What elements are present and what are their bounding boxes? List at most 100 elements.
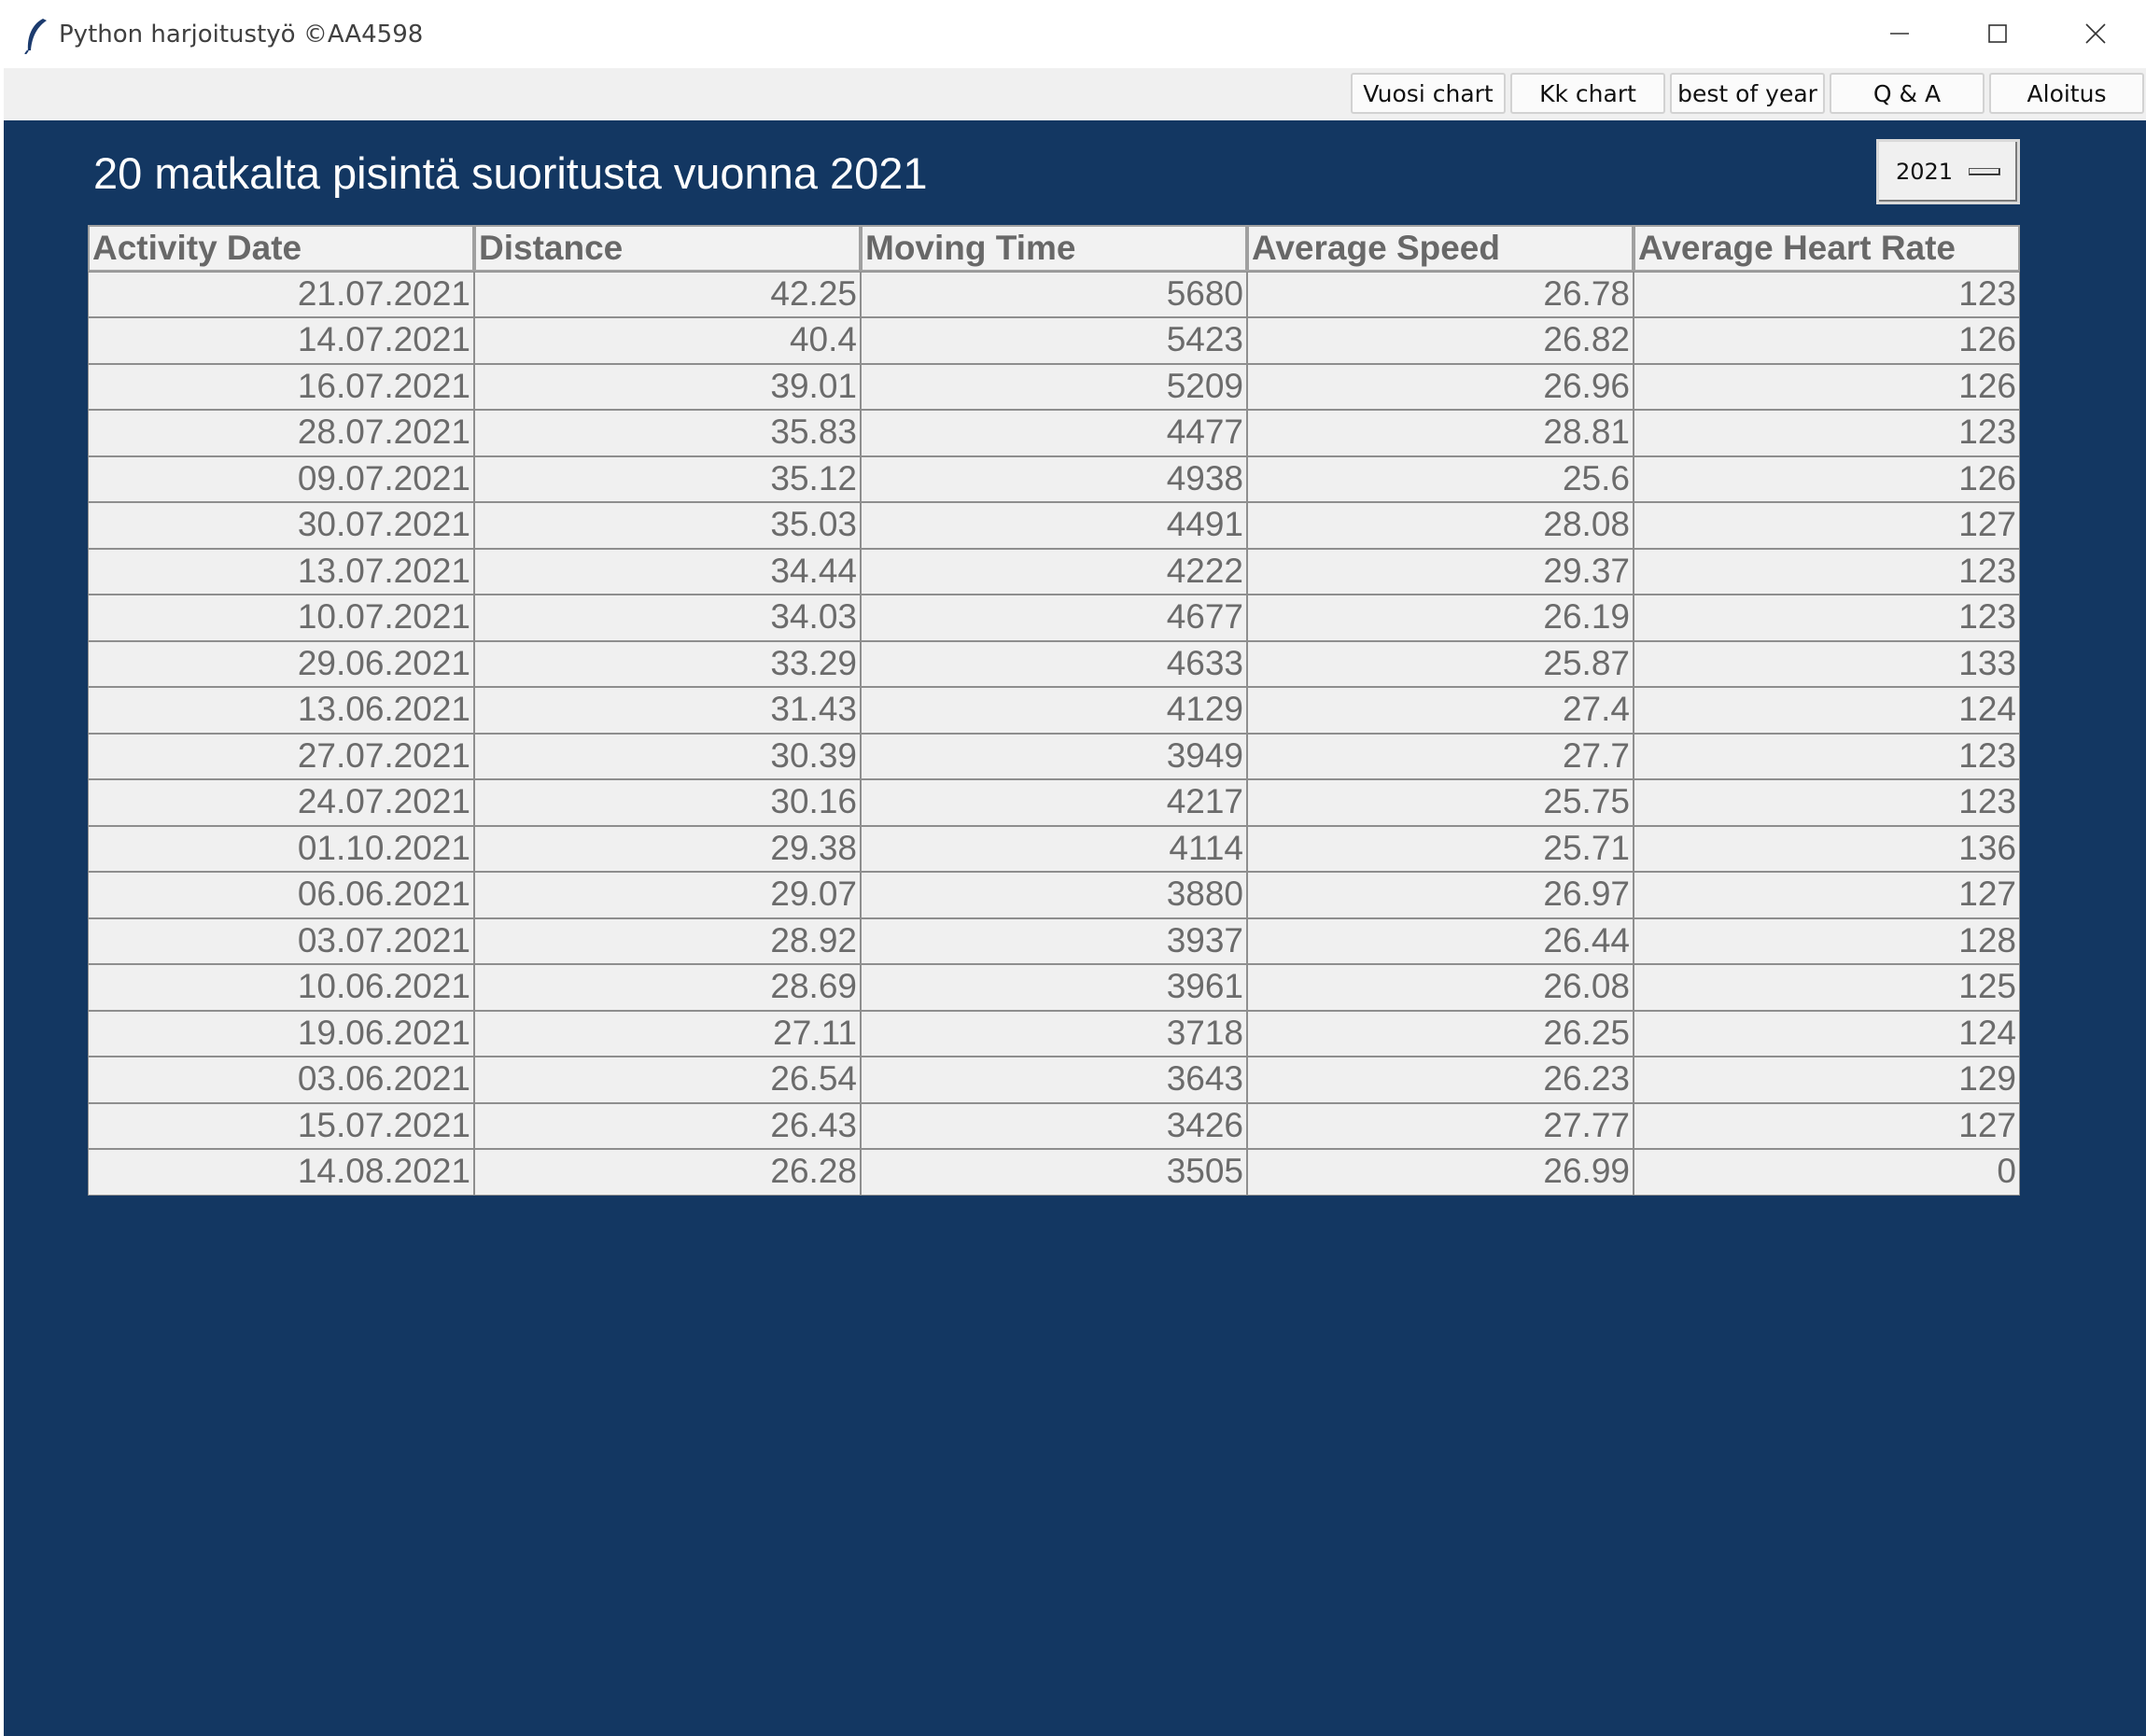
table-cell-distance: 39.01 bbox=[474, 363, 861, 410]
table-cell-average-speed: 27.4 bbox=[1247, 687, 1634, 734]
toolbar: Vuosi chart Kk chart best of year Q & A … bbox=[4, 68, 2146, 120]
table-cell-distance: 26.43 bbox=[474, 1102, 861, 1149]
qa-button[interactable]: Q & A bbox=[1830, 73, 1985, 114]
table-cell-distance: 26.54 bbox=[474, 1057, 861, 1103]
table-cell-distance: 42.25 bbox=[474, 271, 861, 317]
column-header-average-heart-rate: Average Heart Rate bbox=[1634, 225, 2020, 272]
table-cell-activity-date: 10.07.2021 bbox=[88, 595, 474, 641]
table-cell-activity-date: 30.07.2021 bbox=[88, 502, 474, 549]
table-cell-average-speed: 28.08 bbox=[1247, 502, 1634, 549]
table-cell-average-heart-rate: 129 bbox=[1634, 1057, 2020, 1103]
table-cell-moving-time: 3426 bbox=[861, 1102, 1247, 1149]
table-cell-average-heart-rate: 123 bbox=[1634, 410, 2020, 456]
table-cell-distance: 35.03 bbox=[474, 502, 861, 549]
table-cell-average-heart-rate: 128 bbox=[1634, 917, 2020, 964]
column-header-distance: Distance bbox=[474, 225, 861, 272]
feather-icon bbox=[24, 19, 47, 54]
table-cell-average-heart-rate: 123 bbox=[1634, 271, 2020, 317]
table-cell-average-heart-rate: 0 bbox=[1634, 1149, 2020, 1196]
table-cell-moving-time: 4222 bbox=[861, 548, 1247, 595]
best-of-year-button[interactable]: best of year bbox=[1670, 73, 1825, 114]
table-cell-average-speed: 26.25 bbox=[1247, 1010, 1634, 1057]
table-cell-average-heart-rate: 124 bbox=[1634, 1010, 2020, 1057]
table-cell-distance: 34.03 bbox=[474, 595, 861, 641]
page-title: 20 matkalta pisintä suoritusta vuonna 20… bbox=[93, 148, 928, 198]
table-cell-moving-time: 4114 bbox=[861, 825, 1247, 872]
table-cell-average-speed: 26.23 bbox=[1247, 1057, 1634, 1103]
minimize-icon bbox=[1890, 33, 1909, 35]
table-cell-activity-date: 01.10.2021 bbox=[88, 825, 474, 872]
vuosi-chart-button[interactable]: Vuosi chart bbox=[1351, 73, 1506, 114]
table-cell-average-heart-rate: 136 bbox=[1634, 825, 2020, 872]
table-cell-moving-time: 4477 bbox=[861, 410, 1247, 456]
table-cell-moving-time: 5680 bbox=[861, 271, 1247, 317]
table-cell-activity-date: 15.07.2021 bbox=[88, 1102, 474, 1149]
table-cell-average-speed: 26.96 bbox=[1247, 363, 1634, 410]
table-cell-activity-date: 19.06.2021 bbox=[88, 1010, 474, 1057]
table-cell-average-speed: 25.75 bbox=[1247, 779, 1634, 826]
table-cell-average-speed: 26.78 bbox=[1247, 271, 1634, 317]
table-cell-distance: 34.44 bbox=[474, 548, 861, 595]
table-cell-activity-date: 03.07.2021 bbox=[88, 917, 474, 964]
table-cell-moving-time: 4129 bbox=[861, 687, 1247, 734]
table-cell-activity-date: 16.07.2021 bbox=[88, 363, 474, 410]
table-cell-average-speed: 25.71 bbox=[1247, 825, 1634, 872]
table-cell-average-heart-rate: 133 bbox=[1634, 640, 2020, 687]
table-cell-distance: 26.28 bbox=[474, 1149, 861, 1196]
table-cell-moving-time: 3949 bbox=[861, 733, 1247, 779]
table-cell-moving-time: 5209 bbox=[861, 363, 1247, 410]
table-cell-activity-date: 09.07.2021 bbox=[88, 455, 474, 502]
maximize-button[interactable] bbox=[1951, 0, 2044, 68]
table-cell-moving-time: 3718 bbox=[861, 1010, 1247, 1057]
table-cell-activity-date: 28.07.2021 bbox=[88, 410, 474, 456]
close-icon bbox=[2085, 23, 2106, 44]
maximize-icon bbox=[1988, 24, 2007, 43]
table-cell-moving-time: 3937 bbox=[861, 917, 1247, 964]
table-cell-activity-date: 27.07.2021 bbox=[88, 733, 474, 779]
kk-chart-button[interactable]: Kk chart bbox=[1510, 73, 1665, 114]
table-cell-average-speed: 26.99 bbox=[1247, 1149, 1634, 1196]
table-cell-moving-time: 4217 bbox=[861, 779, 1247, 826]
table-cell-average-speed: 26.44 bbox=[1247, 917, 1634, 964]
table-cell-average-speed: 27.77 bbox=[1247, 1102, 1634, 1149]
aloitus-button[interactable]: Aloitus bbox=[1989, 73, 2144, 114]
table-cell-activity-date: 03.06.2021 bbox=[88, 1057, 474, 1103]
table-cell-distance: 33.29 bbox=[474, 640, 861, 687]
column-header-moving-time: Moving Time bbox=[861, 225, 1247, 272]
table-cell-distance: 31.43 bbox=[474, 687, 861, 734]
table-cell-average-heart-rate: 126 bbox=[1634, 363, 2020, 410]
minimize-button[interactable] bbox=[1853, 0, 1946, 68]
column-header-activity-date: Activity Date bbox=[88, 225, 474, 272]
table-cell-average-speed: 26.97 bbox=[1247, 872, 1634, 918]
close-button[interactable] bbox=[2049, 0, 2142, 68]
table-cell-activity-date: 06.06.2021 bbox=[88, 872, 474, 918]
activity-table: Activity Date Distance Moving Time Average … bbox=[88, 225, 2020, 1196]
table-cell-average-speed: 26.19 bbox=[1247, 595, 1634, 641]
column-header-average-speed: Average Speed bbox=[1247, 225, 1634, 272]
table-cell-average-heart-rate: 126 bbox=[1634, 317, 2020, 364]
table-cell-activity-date: 21.07.2021 bbox=[88, 271, 474, 317]
table-cell-moving-time: 5423 bbox=[861, 317, 1247, 364]
table-cell-average-speed: 29.37 bbox=[1247, 548, 1634, 595]
table-cell-average-heart-rate: 125 bbox=[1634, 964, 2020, 1011]
table-cell-distance: 30.16 bbox=[474, 779, 861, 826]
table-cell-average-speed: 25.87 bbox=[1247, 640, 1634, 687]
table-cell-average-speed: 25.6 bbox=[1247, 455, 1634, 502]
table-cell-moving-time: 4938 bbox=[861, 455, 1247, 502]
title-bar: Python harjoitustyö ©AA4598 bbox=[0, 0, 2146, 68]
table-cell-distance: 29.38 bbox=[474, 825, 861, 872]
table-cell-distance: 35.12 bbox=[474, 455, 861, 502]
table-cell-average-speed: 27.7 bbox=[1247, 733, 1634, 779]
table-cell-moving-time: 4677 bbox=[861, 595, 1247, 641]
table-cell-distance: 29.07 bbox=[474, 872, 861, 918]
table-cell-average-heart-rate: 123 bbox=[1634, 548, 2020, 595]
table-cell-average-heart-rate: 123 bbox=[1634, 595, 2020, 641]
table-cell-distance: 28.69 bbox=[474, 964, 861, 1011]
year-select-value: 2021 bbox=[1896, 159, 1954, 185]
window-title: Python harjoitustyö ©AA4598 bbox=[59, 21, 424, 49]
year-select[interactable]: 2021 bbox=[1876, 139, 2020, 204]
table-cell-average-heart-rate: 123 bbox=[1634, 733, 2020, 779]
main-panel: 20 matkalta pisintä suoritusta vuonna 20… bbox=[4, 120, 2146, 1736]
table-cell-average-heart-rate: 127 bbox=[1634, 872, 2020, 918]
table-cell-activity-date: 24.07.2021 bbox=[88, 779, 474, 826]
